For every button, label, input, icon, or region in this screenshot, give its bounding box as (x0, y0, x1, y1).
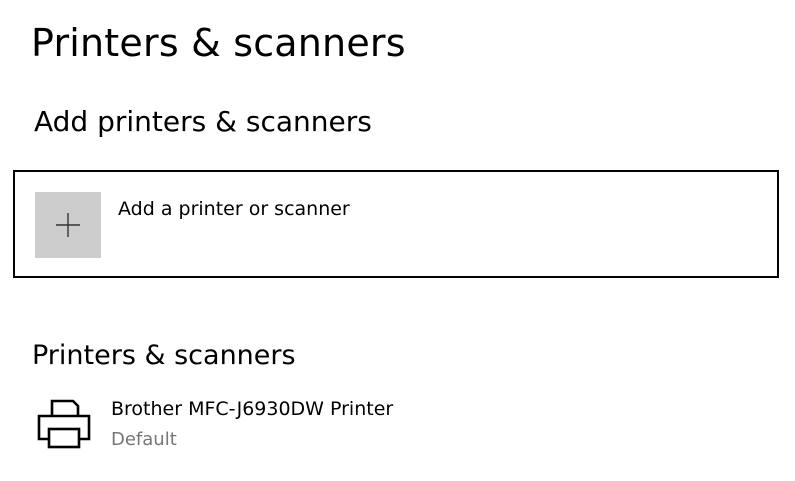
device-name: Brother MFC-J6930DW Printer (111, 398, 394, 420)
device-list-item[interactable]: Brother MFC-J6930DW Printer Default (30, 388, 770, 468)
printer-icon (37, 399, 91, 449)
page-title: Printers & scanners (31, 21, 406, 65)
plus-icon (35, 192, 101, 258)
add-printer-label: Add a printer or scanner (118, 198, 350, 220)
add-printer-button[interactable]: Add a printer or scanner (13, 170, 779, 278)
add-printers-heading: Add printers & scanners (34, 105, 372, 138)
device-status: Default (111, 429, 177, 450)
printers-list-heading: Printers & scanners (32, 340, 296, 371)
